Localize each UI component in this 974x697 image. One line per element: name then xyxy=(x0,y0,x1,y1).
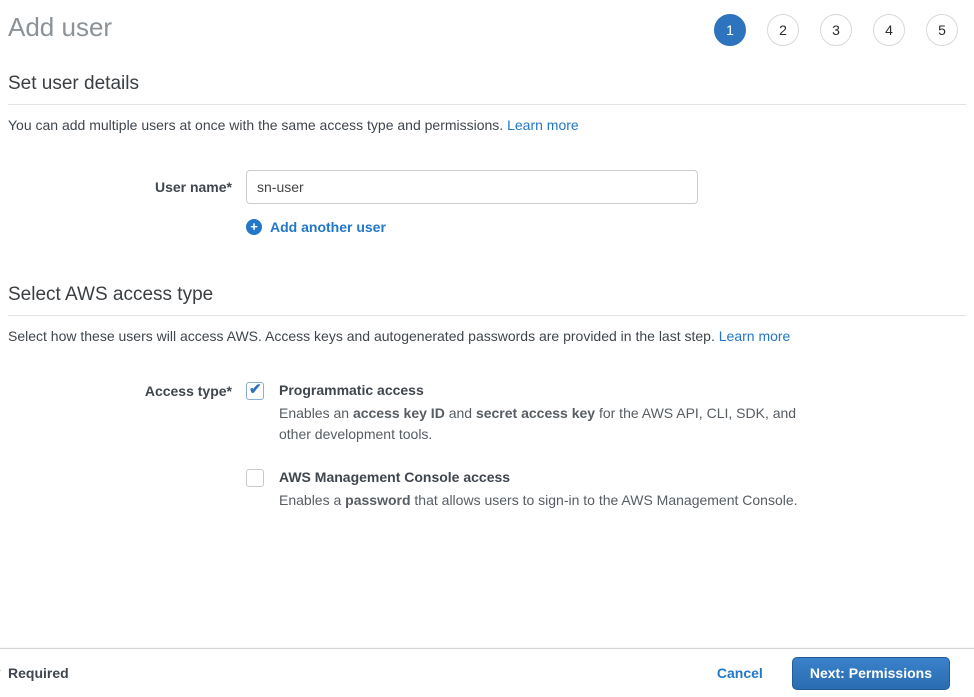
description-text: You can add multiple users at once with … xyxy=(8,117,503,133)
console-access-title: AWS Management Console access xyxy=(279,468,798,486)
access-type-description: Select how these users will access AWS. … xyxy=(8,327,966,346)
plus-circle-icon: + xyxy=(246,219,262,235)
console-access-option: AWS Management Console access Enables a … xyxy=(246,468,804,511)
step-4: 4 xyxy=(873,14,905,46)
desc-text: Enables an xyxy=(279,405,353,421)
learn-more-link-user-details[interactable]: Learn more xyxy=(507,117,579,133)
desc-bold: access key ID xyxy=(353,405,445,421)
page-header: Add user 1 2 3 4 5 xyxy=(0,0,974,46)
user-name-label: User name* xyxy=(8,170,246,236)
desc-text: Enables a xyxy=(279,492,345,508)
desc-text: that allows users to sign-in to the AWS … xyxy=(411,492,798,508)
add-another-user-label: Add another user xyxy=(270,219,386,235)
console-access-checkbox[interactable] xyxy=(246,469,264,487)
learn-more-link-access-type[interactable]: Learn more xyxy=(719,328,791,344)
desc-text: and xyxy=(445,405,476,421)
step-5: 5 xyxy=(926,14,958,46)
set-user-details-heading: Set user details xyxy=(8,73,966,105)
step-3: 3 xyxy=(820,14,852,46)
add-another-user-link[interactable]: + Add another user xyxy=(246,219,386,235)
console-access-description: Enables a password that allows users to … xyxy=(279,490,798,511)
access-type-label: Access type* xyxy=(8,381,246,511)
step-2: 2 xyxy=(767,14,799,46)
wizard-step-indicator: 1 2 3 4 5 xyxy=(714,14,958,46)
user-name-row: User name* + Add another user xyxy=(8,170,966,236)
cancel-button[interactable]: Cancel xyxy=(717,665,763,681)
next-permissions-button[interactable]: Next: Permissions xyxy=(792,657,950,690)
wizard-footer: * Required Cancel Next: Permissions xyxy=(0,648,974,697)
programmatic-access-description: Enables an access key ID and secret acce… xyxy=(279,403,804,445)
access-type-section: Select AWS access type Select how these … xyxy=(8,284,966,511)
page-title: Add user xyxy=(8,11,112,43)
programmatic-access-option: Programmatic access Enables an access ke… xyxy=(246,381,804,445)
access-type-row: Access type* Programmatic access Enables… xyxy=(8,381,966,511)
user-name-input[interactable] xyxy=(246,170,698,204)
required-label: Required xyxy=(8,665,69,681)
programmatic-access-checkbox[interactable] xyxy=(246,382,264,400)
programmatic-access-title: Programmatic access xyxy=(279,381,804,399)
desc-bold: secret access key xyxy=(476,405,595,421)
step-1: 1 xyxy=(714,14,746,46)
description-text: Select how these users will access AWS. … xyxy=(8,328,715,344)
required-note: * Required xyxy=(8,665,69,681)
desc-bold: password xyxy=(345,492,410,508)
access-type-heading: Select AWS access type xyxy=(8,284,966,316)
set-user-details-section: Set user details You can add multiple us… xyxy=(8,73,966,236)
set-user-details-description: You can add multiple users at once with … xyxy=(8,116,966,135)
